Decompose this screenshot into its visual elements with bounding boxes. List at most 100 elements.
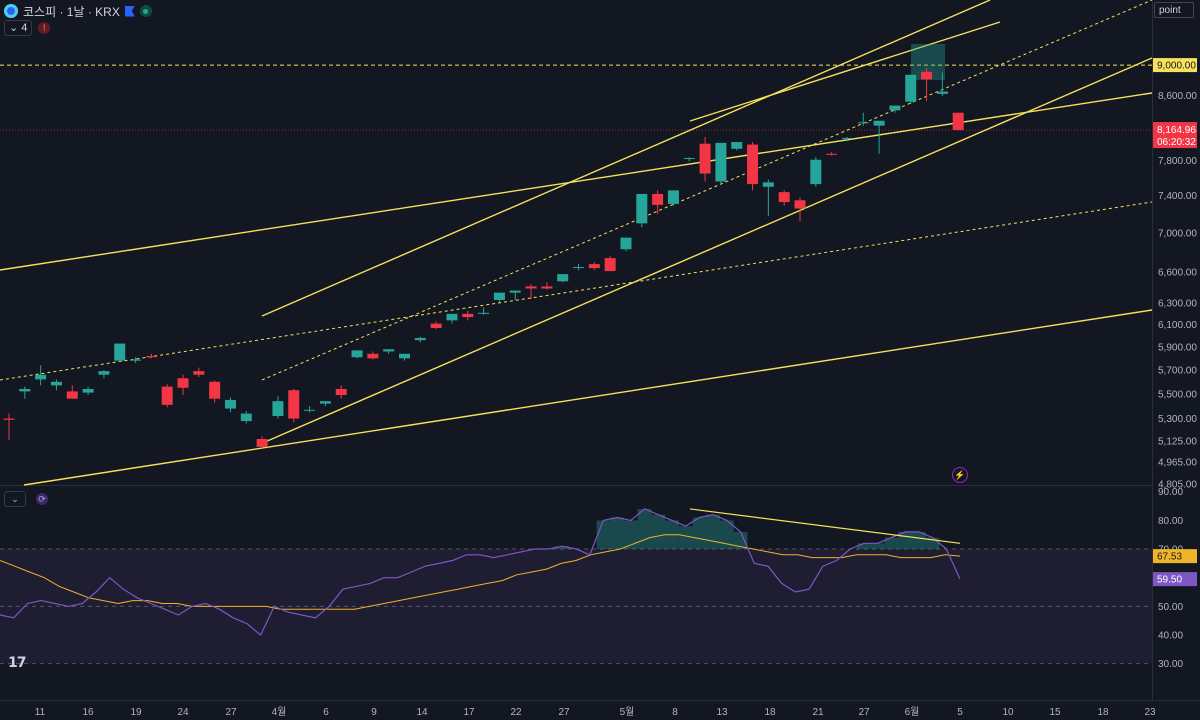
symbol-title[interactable]: 코스피 · 1날 · KRX: [23, 3, 120, 20]
rsi-tick-label: 90.00: [1158, 487, 1183, 498]
candle-body: [573, 267, 585, 269]
scale-mode-button[interactable]: point: [1154, 2, 1194, 18]
candle: [66, 385, 78, 399]
candle: [351, 350, 363, 359]
alert-icon[interactable]: !: [38, 22, 51, 34]
rsi-collapse-button[interactable]: ⌄: [4, 491, 26, 507]
candle: [430, 321, 442, 330]
candle: [715, 142, 727, 185]
candle-body: [98, 371, 110, 375]
candle: [462, 310, 474, 321]
market-status-icon[interactable]: [139, 5, 152, 17]
candle: [731, 142, 743, 151]
candle-body: [3, 418, 15, 420]
candle: [304, 406, 316, 413]
candle: [747, 142, 759, 191]
candle: [478, 307, 490, 315]
candle: [889, 105, 901, 113]
candle: [557, 274, 569, 283]
indicator-row: ⌄ 4 !: [4, 20, 51, 36]
price-tick-label: 6,600.00: [1158, 268, 1197, 279]
time-tick-label: 4월: [272, 706, 287, 718]
price-tick-label: 6,100.00: [1158, 320, 1197, 331]
candle: [778, 190, 790, 206]
flag-icon[interactable]: [124, 5, 135, 17]
candle-body: [667, 190, 679, 204]
candle: [826, 152, 838, 156]
candle-body: [936, 91, 948, 94]
price-tick-label: 5,125.00: [1158, 436, 1197, 447]
tradingview-logo-icon[interactable]: 17: [8, 655, 27, 671]
time-tick-label: 17: [463, 707, 475, 718]
candle-body: [50, 381, 62, 386]
rsi-fill-segment: [596, 520, 611, 550]
candle-body: [430, 323, 442, 328]
candle-body: [414, 337, 426, 341]
time-tick-label: 18: [1097, 707, 1109, 718]
candle: [493, 292, 505, 303]
candle-body: [683, 158, 695, 160]
candle-body: [762, 182, 774, 187]
price-tick-label: 5,500.00: [1158, 389, 1197, 400]
candle-body: [921, 71, 933, 80]
candle: [667, 190, 679, 206]
trendline-dashed: [0, 201, 1153, 381]
time-tick-label: 18: [764, 707, 776, 718]
rsi-header: ⌄ ⟳: [4, 491, 48, 507]
trendline: [689, 21, 1001, 122]
price-tick-label: 5,900.00: [1158, 342, 1197, 353]
candle-body: [715, 142, 727, 182]
time-tick-label: 5월: [620, 706, 635, 718]
candle: [588, 262, 600, 271]
candle: [952, 112, 964, 131]
candle-body: [209, 381, 221, 399]
candle: [541, 282, 553, 290]
candle-body: [82, 388, 94, 393]
candle-body: [493, 292, 505, 301]
level-tag-text: 9,000.00: [1157, 61, 1196, 72]
price-tick-label: 5,300.00: [1158, 414, 1197, 425]
trendlines: [0, 0, 1153, 486]
candle: [573, 264, 585, 271]
refresh-icon[interactable]: ⟳: [36, 493, 48, 505]
candle: [383, 349, 395, 354]
rsi-fill-segment: [651, 514, 666, 550]
lightning-icon[interactable]: ⚡: [952, 467, 968, 483]
rsi-overbought-fill: [555, 508, 940, 550]
candle-body: [383, 349, 395, 352]
symbol-bar[interactable]: 코스피 · 1날 · KRX: [4, 2, 152, 20]
candle-body: [462, 313, 474, 318]
candle: [335, 385, 347, 399]
candle: [161, 384, 173, 408]
candle: [177, 374, 189, 396]
candle: [699, 137, 711, 182]
rsi-fill-segment: [706, 514, 720, 550]
indicator-toggle-button[interactable]: ⌄ 4: [4, 20, 33, 36]
rsi-band: [0, 548, 1152, 665]
rsi-fill-segment: [870, 543, 885, 549]
candle: [319, 401, 331, 407]
time-tick-label: 22: [510, 707, 522, 718]
candle-body: [367, 353, 379, 359]
candle-body: [19, 388, 31, 392]
trendline: [23, 309, 1153, 486]
time-axis[interactable]: 11 16 19 24 27 4월 6 9 14 17 22 27 5월 8 13 18 21 27 6월 5 10 15…: [35, 706, 1156, 718]
time-tick-label: 10: [1002, 707, 1014, 718]
candle-body: [905, 74, 917, 102]
time-tick-label: 11: [35, 707, 46, 718]
candle: [35, 365, 47, 386]
candle: [193, 367, 205, 378]
chart-canvas[interactable]: 9,000.00 8,600.00 7,800.00 7,400.00 7,000.00…: [0, 0, 1200, 720]
level-tag: 9,000.00: [1153, 58, 1197, 73]
candle: [414, 336, 426, 343]
candle: [794, 197, 806, 222]
candle: [509, 290, 521, 301]
price-tick-label: 8,600.00: [1158, 91, 1197, 102]
last-price-tag: 8,164.9606:20:32: [1153, 122, 1197, 149]
rsi-fill-segment: [610, 517, 624, 549]
countdown-text: 06:20:32: [1157, 137, 1196, 148]
rsi-fill-segment: [678, 526, 693, 549]
candle-body: [588, 264, 600, 269]
candle-body: [652, 193, 664, 205]
candle-body: [525, 286, 537, 289]
